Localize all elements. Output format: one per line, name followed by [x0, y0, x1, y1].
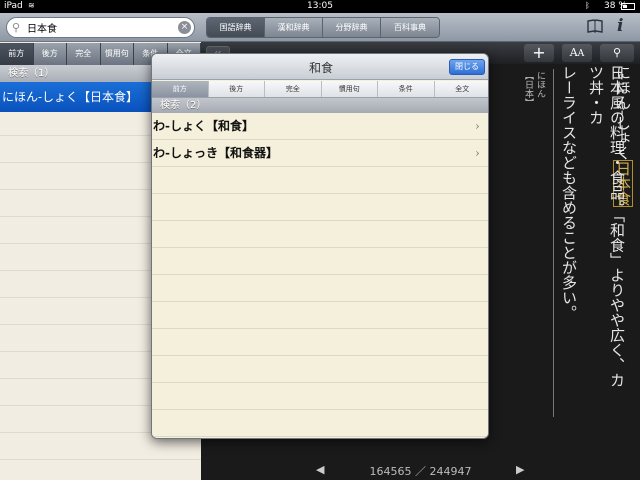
tab-japanese-dictionary[interactable]: 国語辞典 [207, 18, 265, 37]
search-field[interactable]: ⚲ × [6, 17, 195, 38]
add-button[interactable]: + [524, 44, 554, 62]
clear-icon[interactable]: × [178, 21, 191, 34]
segment-backward[interactable]: 後方 [33, 43, 67, 65]
next-icon[interactable]: ▶ [516, 463, 524, 476]
chevron-right-icon: › [475, 119, 480, 133]
battery-icon [621, 3, 635, 10]
entry-definition-line: 日本風の料理・食品。「和食」よりやや広く、カツ丼・カ [587, 65, 626, 388]
entry-definition-line: レーライスなども含めることが多い。 [560, 65, 578, 320]
tab-encyclopedia[interactable]: 百科事典 [381, 18, 439, 37]
search-popover: 和食 閉じる 前方 後方 完全 慣用句 条件 全文 検索（2） わ‐しょく【和食… [151, 53, 489, 439]
popover-segment-condition[interactable]: 条件 [378, 81, 435, 97]
popover-result-count-header: 検索（2） [152, 98, 488, 113]
divider [553, 69, 554, 417]
book-icon[interactable] [587, 19, 603, 33]
search-bar: ⚲ × [0, 13, 201, 42]
clock: 13:05 [307, 1, 333, 11]
dictionary-tab-bar: 国語辞典 漢和辞典 分野辞典 百科事典 i [201, 13, 640, 42]
info-icon[interactable]: i [617, 16, 623, 36]
search-icon: ⚲ [12, 21, 21, 34]
search-input[interactable] [27, 20, 172, 35]
popover-segment-fulltext[interactable]: 全文 [434, 81, 488, 97]
pager: ◀ 164565 ／ 244947 ▶ [201, 461, 640, 480]
popover-result-list: わ‐しょく【和食】 › わ‐しょっき【和食器】 › [152, 113, 488, 438]
dictionary-tabs: 国語辞典 漢和辞典 分野辞典 百科事典 [206, 17, 440, 38]
entry-note: 【日本】 [523, 71, 533, 107]
chevron-right-icon: › [475, 146, 480, 160]
popover-header: 和食 閉じる [152, 54, 488, 80]
segment-forward[interactable]: 前方 [0, 43, 34, 65]
page-indicator: 164565 ／ 244947 [369, 465, 472, 478]
entry-reading: にほん [535, 71, 545, 98]
list-item-label: わ‐しょく【和食】 [153, 119, 254, 133]
close-button[interactable]: 閉じる [449, 59, 485, 75]
popover-segment-exact[interactable]: 完全 [265, 81, 322, 97]
segment-idiom[interactable]: 慣用句 [100, 43, 134, 65]
list-item[interactable]: わ‐しょく【和食】 › [152, 113, 488, 140]
bluetooth-icon: ᛒ [585, 1, 590, 10]
status-bar: iPad ≋ 13:05 ᛒ 38 % [0, 0, 640, 13]
popover-segment-forward[interactable]: 前方 [152, 81, 209, 97]
segment-exact[interactable]: 完全 [67, 43, 101, 65]
list-item-label: わ‐しょっき【和食器】 [153, 146, 278, 160]
tab-kanji-dictionary[interactable]: 漢和辞典 [265, 18, 323, 37]
popover-mode-segments: 前方 後方 完全 慣用句 条件 全文 [152, 81, 488, 98]
list-item[interactable]: わ‐しょっき【和食器】 › [152, 140, 488, 167]
tab-field-dictionary[interactable]: 分野辞典 [323, 18, 381, 37]
popover-segment-backward[interactable]: 後方 [208, 81, 265, 97]
search-in-entry-button[interactable]: ⚲ [600, 44, 634, 62]
popover-title: 和食 [308, 61, 333, 75]
popover-segment-idiom[interactable]: 慣用句 [321, 81, 378, 97]
font-size-button[interactable]: AA [562, 44, 592, 62]
